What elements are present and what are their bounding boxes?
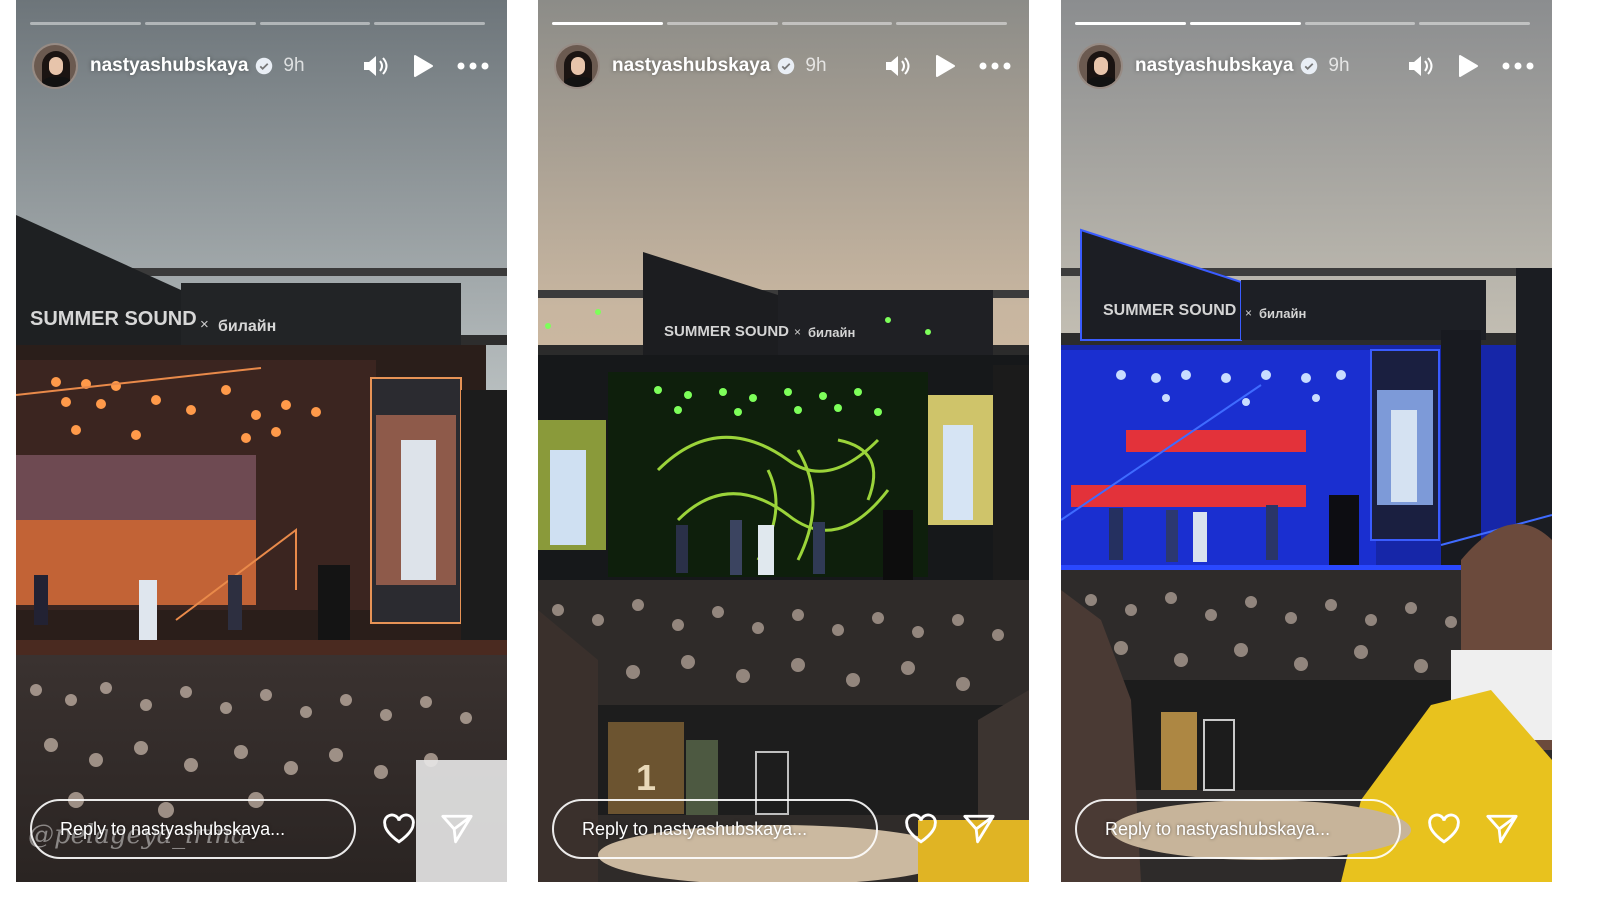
username[interactable]: nastyashubskaya [1135, 55, 1293, 77]
story-panel-1[interactable]: SUMMER SOUND × билайн nastyashubskaya 9h… [16, 0, 507, 882]
reply-bar: Reply to nastyashubskaya... [1075, 798, 1532, 860]
progress-segment [1075, 22, 1186, 25]
story-header: nastyashubskaya 9h [32, 42, 489, 90]
banner-x: × [794, 325, 801, 339]
story-panel-2[interactable]: 1 SUMMER SOUND × билайн nastyashubskaya … [538, 0, 1029, 882]
post-time: 9h [805, 55, 827, 76]
heart-icon[interactable] [382, 813, 416, 845]
progress-segment [781, 22, 893, 25]
progress-segment [30, 22, 141, 25]
play-icon[interactable] [1457, 54, 1479, 78]
username[interactable]: nastyashubskaya [90, 55, 248, 77]
verified-badge-icon [1301, 57, 1318, 75]
banner-title: SUMMER SOUND [664, 323, 789, 340]
table-number: 1 [636, 757, 656, 798]
progress-segment [896, 22, 1007, 25]
progress-segment [259, 22, 371, 25]
heart-icon[interactable] [904, 813, 938, 845]
story-progress [30, 22, 485, 25]
username[interactable]: nastyashubskaya [612, 55, 770, 77]
banner-sponsor: билайн [1259, 306, 1306, 321]
avatar[interactable] [1077, 43, 1123, 89]
story-header: nastyashubskaya 9h [554, 42, 1011, 90]
progress-segment [1419, 22, 1530, 25]
progress-segment [374, 22, 485, 25]
reply-input[interactable]: Reply to nastyashubskaya... [552, 799, 878, 859]
progress-segment [1189, 22, 1301, 25]
banner-x: × [1245, 306, 1252, 320]
banner-title: SUMMER SOUND [30, 308, 197, 330]
avatar[interactable] [32, 43, 78, 89]
story-progress [552, 22, 1007, 25]
progress-segment [1304, 22, 1416, 25]
play-icon[interactable] [934, 54, 956, 78]
progress-segment [144, 22, 256, 25]
concert-photo: 1 SUMMER SOUND × билайн [538, 0, 1029, 882]
reply-input[interactable]: Reply to nastyashubskaya... [1075, 799, 1401, 859]
banner-x: × [200, 316, 209, 333]
send-icon[interactable] [440, 813, 474, 845]
speaker-icon[interactable] [362, 54, 388, 78]
progress-segment [666, 22, 778, 25]
concert-photo: SUMMER SOUND × билайн [1061, 0, 1552, 882]
verified-badge-icon [778, 57, 795, 75]
story-header: nastyashubskaya 9h [1077, 42, 1534, 90]
heart-icon[interactable] [1427, 813, 1461, 845]
post-time: 9h [283, 55, 305, 76]
banner-title: SUMMER SOUND [1103, 302, 1236, 319]
reply-bar: Reply to nastyashubskaya... [552, 798, 1009, 860]
avatar[interactable] [554, 43, 600, 89]
more-icon[interactable] [1502, 62, 1534, 70]
speaker-icon[interactable] [884, 54, 910, 78]
verified-badge-icon [256, 57, 273, 75]
story-progress [1075, 22, 1530, 25]
banner-sponsor: билайн [218, 318, 276, 335]
more-icon[interactable] [979, 62, 1011, 70]
progress-segment [552, 22, 663, 25]
reply-input[interactable]: Reply to nastyashubskaya... [30, 799, 356, 859]
concert-photo: SUMMER SOUND × билайн [16, 0, 507, 882]
story-panel-3[interactable]: SUMMER SOUND × билайн nastyashubskaya 9h… [1061, 0, 1552, 882]
more-icon[interactable] [457, 62, 489, 70]
play-icon[interactable] [412, 54, 434, 78]
banner-sponsor: билайн [808, 325, 855, 340]
reply-bar: Reply to nastyashubskaya... [30, 798, 487, 860]
send-icon[interactable] [1485, 813, 1519, 845]
speaker-icon[interactable] [1407, 54, 1433, 78]
post-time: 9h [1328, 55, 1350, 76]
send-icon[interactable] [962, 813, 996, 845]
